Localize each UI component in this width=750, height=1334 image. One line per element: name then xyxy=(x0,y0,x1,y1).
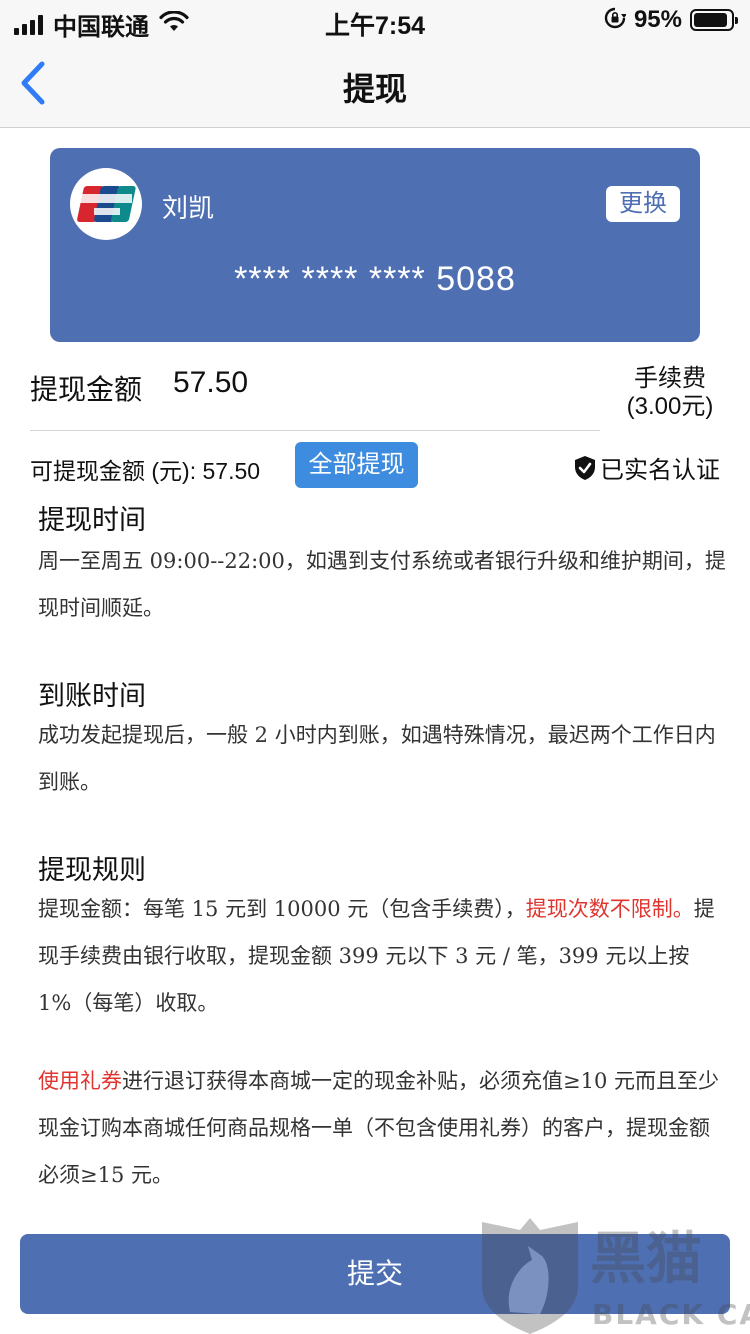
fee-value: (3.00元) xyxy=(626,393,714,420)
arrival-time-title: 到账时间 xyxy=(38,681,146,711)
available-amount: 可提现金额 (元): 57.50 xyxy=(30,458,261,484)
card-holder-name: 刘凯 xyxy=(162,193,215,223)
shield-check-icon xyxy=(575,455,595,480)
rules-highlight: 提现次数不限制。 xyxy=(525,897,694,921)
coupon-text: 使用礼券进行退订获得本商城一定的现金补贴，必须充值≥10 元而且至少现金订购本商… xyxy=(38,1058,728,1199)
submit-button[interactable]: 提交 xyxy=(20,1234,730,1314)
orientation-lock-icon xyxy=(604,7,627,34)
arrival-time-text: 成功发起提现后，一般 2 小时内到账，如遇特殊情况，最迟两个工作日内到账。 xyxy=(38,723,716,794)
amount-input[interactable]: 57.50 xyxy=(173,366,248,400)
change-card-button[interactable]: 更换 xyxy=(606,186,680,222)
bank-card: 刘凯 更换 **** **** **** 5088 xyxy=(50,148,700,342)
withdraw-time-title: 提现时间 xyxy=(38,505,146,535)
coupon-body: 进行退订获得本商城一定的现金补贴，必须充值≥10 元而且至少现金订购本商城任何商… xyxy=(38,1069,719,1187)
amount-label: 提现金额 xyxy=(30,374,143,405)
page-title: 提现 xyxy=(342,71,407,107)
battery-percent: 95% xyxy=(633,6,682,33)
withdraw-rules-title: 提现规则 xyxy=(38,855,146,885)
card-number: **** **** **** 5088 xyxy=(234,260,516,298)
status-right: 95% xyxy=(604,6,738,34)
coupon-highlight: 使用礼券 xyxy=(38,1069,122,1093)
battery-icon xyxy=(690,9,738,31)
unionpay-logo xyxy=(70,168,142,240)
divider xyxy=(30,430,600,431)
verified-badge: 已实名认证 xyxy=(574,450,720,485)
verified-label: 已实名认证 xyxy=(600,457,720,484)
withdraw-time-text: 周一至周五 09:00--22:00，如遇到支付系统或者银行升级和维护期间，提现… xyxy=(38,549,726,620)
navigation-bar: 提现 xyxy=(0,40,750,128)
status-bar: 中国联通 上午7:54 95% xyxy=(0,0,750,41)
rules-text-1: 提现金额：每笔 15 元到 10000 元（包含手续费）， xyxy=(38,897,526,921)
withdraw-all-button[interactable]: 全部提现 xyxy=(295,442,418,488)
withdraw-rules-text: 提现金额：每笔 15 元到 10000 元（包含手续费），提现次数不限制。提现手… xyxy=(38,886,728,1027)
